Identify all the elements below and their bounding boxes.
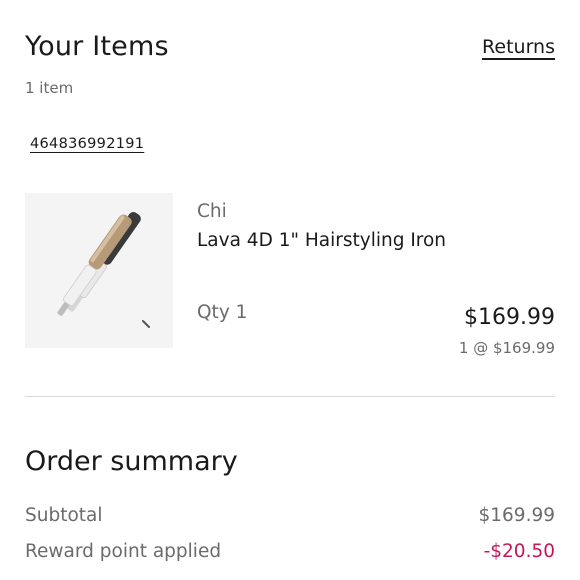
order-number-link[interactable]: 464836992191 [30,134,144,154]
order-details-page: Your Items Returns 1 item 464836992191 C… [0,0,580,580]
subtotal-value: $169.99 [478,505,555,526]
product-quantity: Qty 1 [197,302,248,323]
hair-straightener-icon [57,212,150,328]
summary-row-subtotal: Subtotal $169.99 [25,504,555,528]
order-summary-title: Order summary [25,446,238,477]
product-unit-price: 1 @ $169.99 [458,339,555,357]
subtotal-label: Subtotal [25,505,103,526]
product-brand: Chi [197,201,227,222]
product-image[interactable] [25,193,173,348]
reward-label: Reward point applied [25,541,222,562]
summary-row-reward: Reward point applied -$20.50 [25,540,555,564]
item-count: 1 item [25,79,74,97]
items-header: Your Items Returns [25,30,555,64]
items-section-title: Your Items [25,31,169,62]
reward-value: -$20.50 [483,541,555,562]
returns-link[interactable]: Returns [482,36,555,58]
product-name-link[interactable]: Lava 4D 1" Hairstyling Iron [197,229,446,253]
product-price: $169.99 [464,305,555,330]
section-divider [25,396,555,397]
